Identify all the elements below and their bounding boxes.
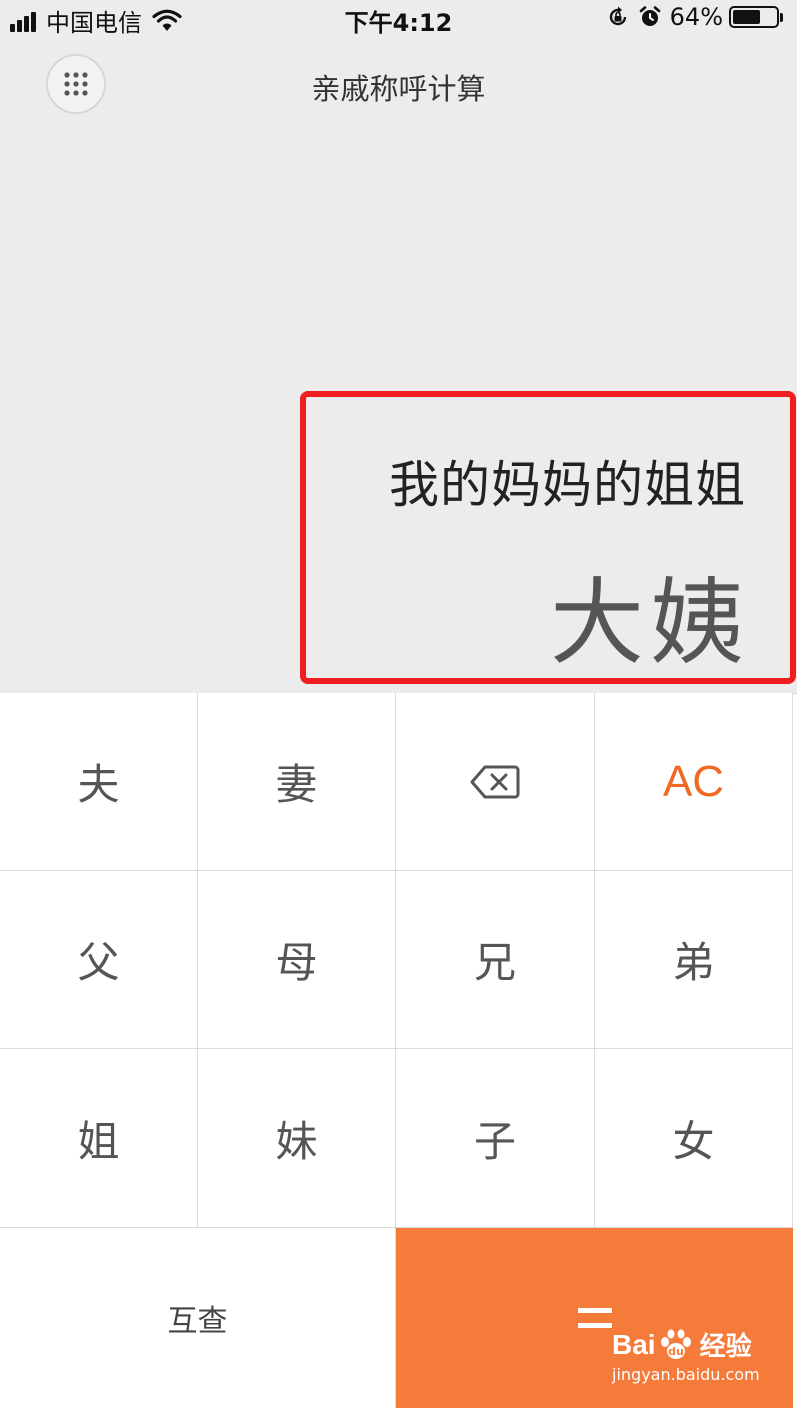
rotation-lock-icon bbox=[609, 6, 626, 26]
key-daughter[interactable]: 女 bbox=[595, 1049, 793, 1228]
key-wife[interactable]: 妻 bbox=[198, 693, 396, 871]
watermark-brand-cn: 经验 bbox=[699, 1331, 752, 1361]
key-elder-sister[interactable]: 姐 bbox=[0, 1049, 198, 1228]
key-mother[interactable]: 母 bbox=[198, 871, 396, 1049]
page-title: 亲戚称呼计算 bbox=[311, 72, 486, 106]
watermark-brand-end: du bbox=[668, 1345, 684, 1358]
key-son[interactable]: 子 bbox=[396, 1049, 595, 1228]
key-younger-brother[interactable]: 弟 bbox=[595, 871, 793, 1049]
battery-icon bbox=[729, 6, 783, 28]
clear-all-button[interactable]: AC bbox=[595, 693, 793, 871]
status-bar: 中国电信 下午4:12 64% bbox=[0, 0, 797, 37]
alarm-icon bbox=[639, 6, 660, 26]
keypad: 夫 妻 AC 父 母 兄 弟 姐 妹 子 女 互查 bbox=[0, 693, 797, 1410]
watermark-logo: Bai du 经验 bbox=[612, 1326, 782, 1363]
backspace-button[interactable] bbox=[396, 693, 595, 871]
key-father[interactable]: 父 bbox=[0, 871, 198, 1049]
baidu-watermark: Bai du 经验 jingyan.baidu.com bbox=[612, 1326, 782, 1385]
result-text: 大姨 bbox=[549, 569, 750, 678]
watermark-url: jingyan.baidu.com bbox=[612, 1365, 760, 1384]
expression-text: 我的妈妈的姐姐 bbox=[389, 456, 746, 514]
key-younger-sister[interactable]: 妹 bbox=[198, 1049, 396, 1228]
key-husband[interactable]: 夫 bbox=[0, 693, 198, 871]
swap-query-button[interactable]: 互查 bbox=[0, 1228, 396, 1408]
watermark-brand: Bai bbox=[612, 1328, 656, 1360]
battery-fill bbox=[733, 10, 760, 24]
status-right: 64% bbox=[606, 3, 783, 31]
paw-icon: du bbox=[660, 1329, 691, 1359]
backspace-icon bbox=[470, 765, 520, 798]
equals-icon bbox=[577, 1303, 612, 1333]
battery-percent: 64% bbox=[669, 3, 723, 31]
result-display: 我的妈妈的姐姐 大姨 bbox=[300, 391, 796, 684]
key-elder-brother[interactable]: 兄 bbox=[396, 871, 595, 1049]
